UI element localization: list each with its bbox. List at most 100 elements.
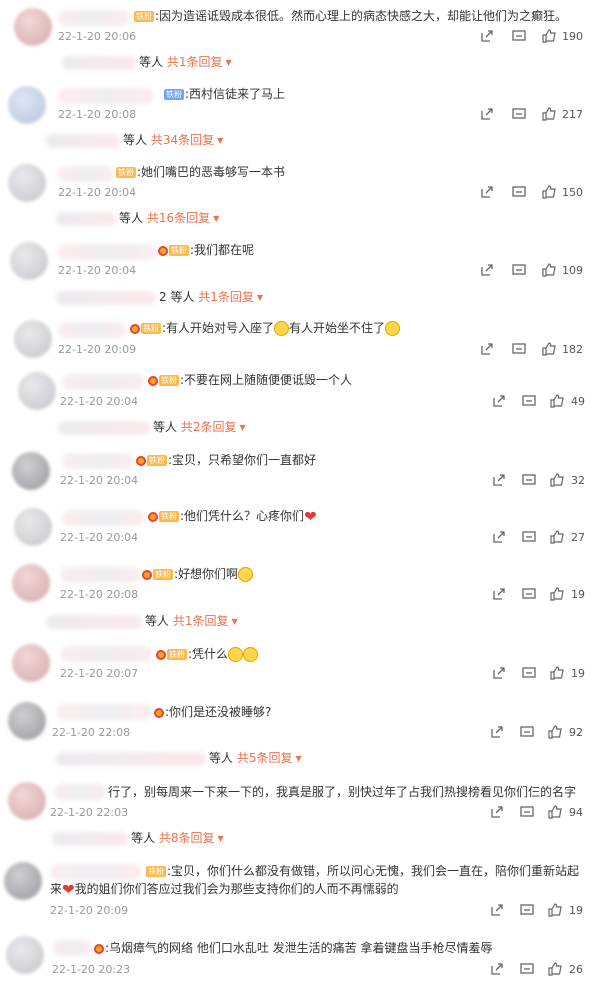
comment-icon[interactable]: [522, 473, 536, 487]
comment-icon[interactable]: [512, 342, 526, 356]
username-blurred[interactable]: [62, 374, 144, 390]
share-icon[interactable]: [490, 805, 504, 819]
reply-summary[interactable]: 等人 共8条回复 ▼: [52, 830, 224, 847]
comment-icon[interactable]: [522, 394, 536, 408]
thumbs-up-icon[interactable]: [548, 805, 562, 819]
reply-suffix: 等人: [119, 211, 144, 225]
avatar[interactable]: [12, 452, 50, 490]
replier-blurred: [56, 751, 206, 766]
weibo-comment-list: { "icons": {"share": "share-icon", "comm…: [0, 0, 600, 989]
share-icon[interactable]: [490, 903, 504, 917]
reply-suffix: 等人: [145, 614, 170, 628]
share-icon[interactable]: [492, 530, 506, 544]
reply-summary[interactable]: 等人 共34条回复 ▼: [46, 132, 223, 149]
comment-icon[interactable]: [512, 29, 526, 43]
comment-body-prefix: 来: [50, 882, 63, 896]
reply-count[interactable]: 共1条回复: [198, 290, 254, 304]
username-blurred[interactable]: [58, 244, 156, 260]
comment-icon[interactable]: [520, 962, 534, 976]
comment-icon[interactable]: [520, 805, 534, 819]
comment-icon[interactable]: [512, 107, 526, 121]
share-icon[interactable]: [492, 666, 506, 680]
reply-count[interactable]: 共8条回复: [159, 831, 215, 845]
reply-count[interactable]: 共5条回复: [237, 751, 293, 765]
thumbs-up-icon[interactable]: [550, 587, 564, 601]
avatar[interactable]: [14, 508, 52, 546]
thumbs-up-icon[interactable]: [542, 263, 556, 277]
username-blurred[interactable]: [58, 322, 126, 338]
avatar[interactable]: [8, 782, 46, 820]
thumbs-up-icon[interactable]: [548, 962, 562, 976]
username-blurred[interactable]: [58, 166, 114, 182]
share-icon[interactable]: [492, 473, 506, 487]
reply-summary[interactable]: 2 等人 共1条回复 ▼: [56, 289, 263, 306]
reply-summary[interactable]: 等人 共1条回复 ▼: [62, 54, 232, 71]
reply-count[interactable]: 共16条回复: [147, 211, 210, 225]
share-icon[interactable]: [480, 185, 494, 199]
avatar[interactable]: [6, 936, 44, 974]
like-count: 94: [569, 806, 583, 819]
username-blurred[interactable]: [52, 940, 92, 956]
like-count: 182: [562, 343, 583, 356]
comment-actions: 109: [480, 263, 590, 279]
comment-icon[interactable]: [512, 263, 526, 277]
avatar[interactable]: [10, 242, 48, 280]
share-icon[interactable]: [480, 29, 494, 43]
comment-icon[interactable]: [520, 725, 534, 739]
comment-text: 行了，别每周来一下来一下的，我真是服了，别快过年了占我们热搜榜看见你们仨的名字: [108, 784, 576, 800]
comment-icon[interactable]: [522, 666, 536, 680]
username-blurred[interactable]: [58, 10, 130, 26]
comment-icon[interactable]: [522, 530, 536, 544]
username-blurred[interactable]: [62, 510, 144, 526]
thumbs-up-icon[interactable]: [550, 394, 564, 408]
thumbs-up-icon[interactable]: [550, 473, 564, 487]
reply-summary[interactable]: 等人 共2条回复 ▼: [58, 419, 246, 436]
share-icon[interactable]: [492, 394, 506, 408]
reply-count[interactable]: 共34条回复: [151, 133, 214, 147]
reply-count[interactable]: 共2条回复: [181, 420, 237, 434]
comment-body: 行了，别每周来一下来一下的，我真是服了，别快过年了占我们热搜榜看见你们仨的名字: [108, 785, 577, 799]
username-blurred[interactable]: [54, 784, 106, 800]
comment-actions: 94: [490, 805, 590, 821]
username-blurred[interactable]: [62, 453, 134, 469]
username-blurred[interactable]: [50, 864, 142, 880]
username-blurred[interactable]: [56, 704, 152, 720]
thumbs-up-icon[interactable]: [548, 725, 562, 739]
comment-icon[interactable]: [520, 903, 534, 917]
share-icon[interactable]: [490, 725, 504, 739]
reply-summary[interactable]: 等人 共16条回复 ▼: [56, 210, 219, 227]
avatar[interactable]: [14, 320, 52, 358]
username-blurred[interactable]: [60, 567, 140, 583]
replier-blurred: [56, 211, 116, 226]
share-icon[interactable]: [480, 263, 494, 277]
thumbs-up-icon[interactable]: [542, 185, 556, 199]
avatar[interactable]: [18, 372, 56, 410]
username-blurred[interactable]: [60, 646, 152, 662]
share-icon[interactable]: [480, 107, 494, 121]
reply-summary[interactable]: 等人 共5条回复 ▼: [56, 750, 302, 767]
reply-summary[interactable]: 等人 共1条回复 ▼: [46, 613, 238, 630]
reply-count[interactable]: 共1条回复: [173, 614, 229, 628]
reply-count[interactable]: 共1条回复: [167, 55, 223, 69]
avatar[interactable]: [4, 862, 42, 900]
avatar[interactable]: [8, 164, 46, 202]
username-blurred[interactable]: [58, 88, 154, 104]
avatar[interactable]: [12, 564, 50, 602]
comment-icon[interactable]: [522, 587, 536, 601]
thumbs-up-icon[interactable]: [542, 107, 556, 121]
thumbs-up-icon[interactable]: [548, 903, 562, 917]
avatar[interactable]: [14, 8, 52, 46]
share-icon[interactable]: [492, 587, 506, 601]
avatar[interactable]: [8, 702, 46, 740]
share-icon[interactable]: [490, 962, 504, 976]
share-icon[interactable]: [480, 342, 494, 356]
thumbs-up-icon[interactable]: [550, 666, 564, 680]
avatar[interactable]: [8, 86, 46, 124]
thumbs-up-icon[interactable]: [542, 342, 556, 356]
crown-icon: [154, 707, 164, 718]
avatar[interactable]: [12, 644, 50, 682]
thumbs-up-icon[interactable]: [542, 29, 556, 43]
reply-suffix: 等人: [209, 751, 234, 765]
comment-icon[interactable]: [512, 185, 526, 199]
thumbs-up-icon[interactable]: [550, 530, 564, 544]
